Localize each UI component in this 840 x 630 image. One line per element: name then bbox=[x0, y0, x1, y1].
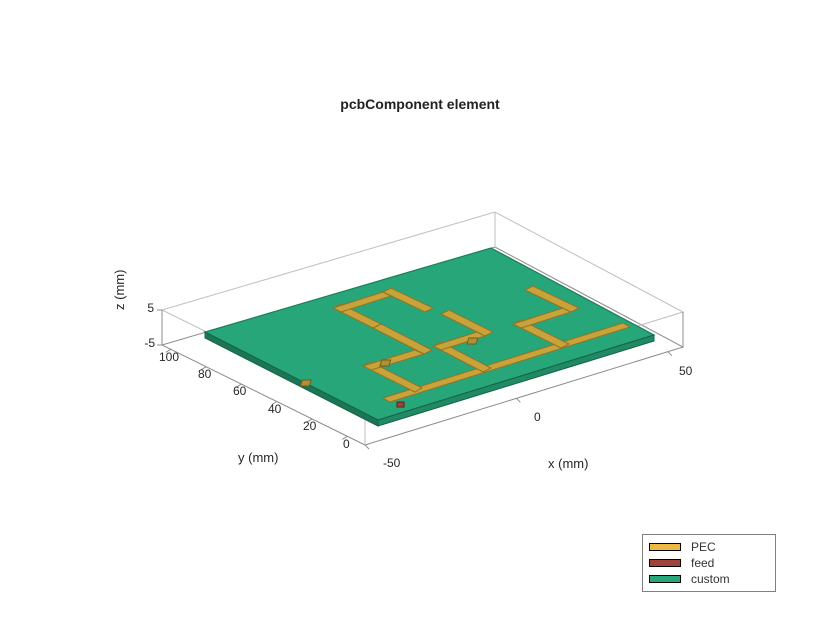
y-tick: 80 bbox=[198, 367, 211, 381]
legend-swatch-pec bbox=[649, 543, 681, 551]
legend-item: feed bbox=[649, 555, 769, 571]
z-axis-label: z (mm) bbox=[112, 270, 127, 310]
x-tick: 0 bbox=[534, 410, 541, 424]
y-tick: 100 bbox=[159, 350, 179, 364]
y-tick: 20 bbox=[303, 419, 316, 433]
z-ticks-marks bbox=[157, 310, 162, 345]
y-tick: 0 bbox=[343, 437, 350, 451]
figure: pcbComponent element bbox=[0, 0, 840, 630]
legend-item: PEC bbox=[649, 539, 769, 555]
legend-label: PEC bbox=[691, 539, 716, 555]
legend-swatch-custom bbox=[649, 575, 681, 583]
legend-label: feed bbox=[691, 555, 714, 571]
axes-3d[interactable] bbox=[115, 110, 735, 470]
x-tick: 50 bbox=[679, 364, 692, 378]
x-axis-label: x (mm) bbox=[548, 456, 588, 471]
axes-3d-svg bbox=[115, 110, 735, 470]
feed-marker bbox=[397, 402, 404, 407]
y-tick: 40 bbox=[268, 402, 281, 416]
legend-item: custom bbox=[649, 571, 769, 587]
z-tick: 5 bbox=[140, 301, 154, 315]
legend: PEC feed custom bbox=[642, 534, 776, 592]
x-tick: -50 bbox=[383, 456, 400, 470]
y-tick: 60 bbox=[233, 384, 246, 398]
legend-swatch-feed bbox=[649, 559, 681, 567]
z-tick: -5 bbox=[133, 336, 155, 350]
legend-label: custom bbox=[691, 571, 730, 587]
y-axis-label: y (mm) bbox=[238, 450, 278, 465]
